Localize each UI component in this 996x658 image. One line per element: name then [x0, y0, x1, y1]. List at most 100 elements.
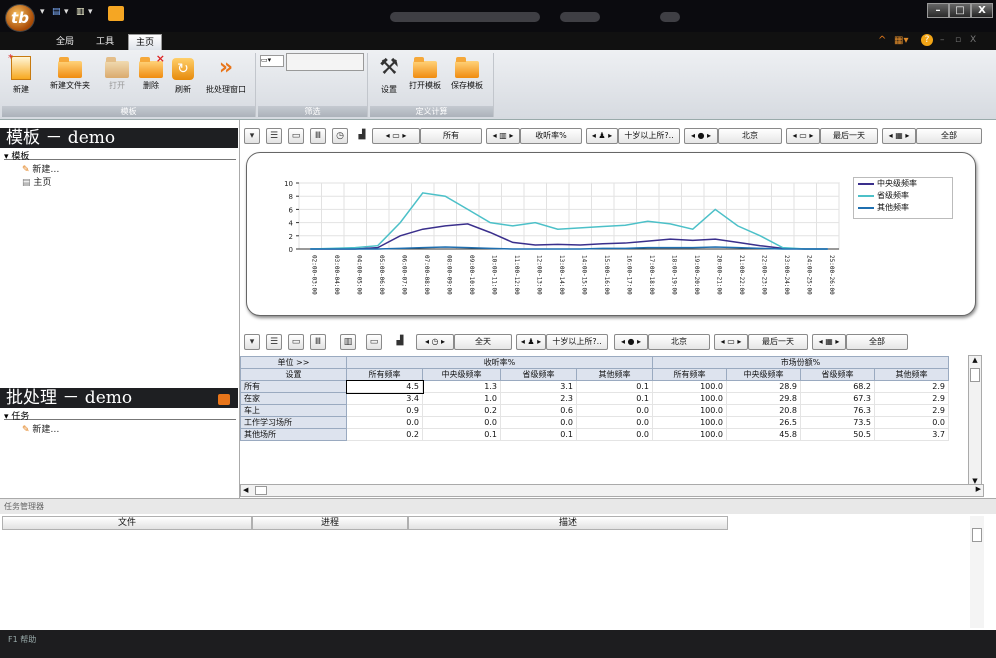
- task-col-description[interactable]: 描述: [408, 516, 728, 530]
- filter-channel[interactable]: 所有: [420, 128, 482, 144]
- filter-audience[interactable]: 十岁以上所?..: [546, 334, 608, 350]
- table-cell[interactable]: 0.2: [346, 428, 423, 441]
- help-icon[interactable]: ?: [921, 34, 933, 46]
- table-cell[interactable]: 0.0: [576, 428, 653, 441]
- task-col-file[interactable]: 文件: [2, 516, 252, 530]
- filter-days-nav[interactable]: ◂ ▦ ▸: [882, 128, 916, 144]
- unit-header[interactable]: 单位 >>: [240, 356, 347, 369]
- table-cell[interactable]: 0.0: [500, 416, 577, 429]
- mdi-min-icon[interactable]: –: [940, 35, 945, 45]
- table-cell[interactable]: 100.0: [652, 416, 727, 429]
- filter-date-nav[interactable]: ◂ ▭ ▸: [714, 334, 748, 350]
- row-header[interactable]: 其他场所: [240, 428, 347, 441]
- table-cell[interactable]: 0.1: [422, 428, 501, 441]
- panel-view-icon[interactable]: ▥: [340, 334, 356, 350]
- table-cell[interactable]: 2.3: [500, 392, 577, 405]
- table-cell[interactable]: 0.0: [576, 404, 653, 417]
- filter-audience-nav[interactable]: ◂ ♟ ▸: [516, 334, 546, 350]
- table-cell[interactable]: 73.5: [800, 416, 875, 429]
- filter-region-nav[interactable]: ◂ ● ▸: [614, 334, 648, 350]
- row-header[interactable]: 工作学习场所: [240, 416, 347, 429]
- filter-days[interactable]: 全部: [916, 128, 982, 144]
- filter-date-nav[interactable]: ◂ ▭ ▸: [786, 128, 820, 144]
- table-cell[interactable]: 3.4: [346, 392, 423, 405]
- open-template-button[interactable]: 打开模板: [408, 56, 442, 91]
- quick-access-print-icon[interactable]: ▥: [76, 7, 85, 21]
- clock-icon[interactable]: ◷: [332, 128, 348, 144]
- save-template-button[interactable]: 保存模板: [450, 56, 484, 91]
- filter-audience[interactable]: 十岁以上所?..: [618, 128, 680, 144]
- row-header[interactable]: 在家: [240, 392, 347, 405]
- list-view-icon[interactable]: ☰: [266, 334, 282, 350]
- task-item-new[interactable]: ✎ 新建…: [22, 422, 59, 435]
- table-cell[interactable]: 0.0: [346, 416, 423, 429]
- tree-item-home[interactable]: ▤ 主页: [22, 175, 51, 188]
- quick-access-arrow[interactable]: ▾: [88, 7, 93, 21]
- filter-region[interactable]: 北京: [648, 334, 710, 350]
- task-scrollbar[interactable]: [970, 516, 984, 628]
- table-cell[interactable]: 45.8: [726, 428, 801, 441]
- mdi-close-icon[interactable]: X: [970, 35, 976, 45]
- filter-days-nav[interactable]: ◂ ▦ ▸: [812, 334, 846, 350]
- quick-access-arrow[interactable]: ▾: [40, 7, 45, 21]
- table-cell[interactable]: 100.0: [652, 380, 727, 393]
- table-cell[interactable]: 100.0: [652, 392, 727, 405]
- filter-channel-nav[interactable]: ◂ ▭ ▸: [372, 128, 420, 144]
- table-cell[interactable]: 2.9: [874, 392, 949, 405]
- filter-audience-nav[interactable]: ◂ ♟ ▸: [586, 128, 618, 144]
- table-cell[interactable]: 0.1: [500, 428, 577, 441]
- table-cell[interactable]: 68.2: [800, 380, 875, 393]
- table-cell[interactable]: 3.7: [874, 428, 949, 441]
- settings-button[interactable]: ⚒ 设置: [372, 56, 406, 95]
- open-button[interactable]: 打开: [100, 56, 134, 91]
- window-view-icon[interactable]: ▭: [288, 334, 304, 350]
- table-cell[interactable]: 100.0: [652, 404, 727, 417]
- columns-view-icon[interactable]: Ⅲ: [310, 128, 326, 144]
- vertical-scrollbar[interactable]: ▲ ▼: [968, 355, 982, 486]
- filter-days[interactable]: 全部: [846, 334, 908, 350]
- filter-region[interactable]: 北京: [718, 128, 782, 144]
- bar-chart-icon[interactable]: ▟: [392, 334, 408, 350]
- filter-date[interactable]: 最后一天: [748, 334, 808, 350]
- scroll-thumb[interactable]: [970, 368, 980, 382]
- filter-date[interactable]: 最后一天: [820, 128, 878, 144]
- table-cell[interactable]: 0.0: [422, 416, 501, 429]
- mdi-restore-icon[interactable]: ▫: [955, 35, 961, 45]
- template-section-header[interactable]: ▾ 模板: [4, 149, 236, 162]
- filter-time[interactable]: 全天: [454, 334, 512, 350]
- table-cell[interactable]: 2.9: [874, 380, 949, 393]
- quick-access-save-icon[interactable]: ▤: [52, 7, 61, 21]
- filter-metric[interactable]: 收听率%: [520, 128, 582, 144]
- horizontal-scrollbar[interactable]: ◀ ▶: [240, 484, 984, 497]
- close-button[interactable]: X: [971, 3, 993, 18]
- table-cell[interactable]: 0.9: [346, 404, 423, 417]
- refresh-button[interactable]: ↻ 刷新: [166, 56, 200, 95]
- dropdown-toggle-icon[interactable]: ▾: [244, 334, 260, 350]
- filter-region-nav[interactable]: ◂ ● ▸: [684, 128, 718, 144]
- new-folder-button[interactable]: 新建文件夹: [44, 56, 96, 91]
- maximize-button[interactable]: □: [949, 3, 971, 18]
- settings-header[interactable]: 设置: [240, 368, 347, 381]
- filter-metric-nav[interactable]: ◂ ▥ ▸: [486, 128, 520, 144]
- delete-button[interactable]: × 删除: [134, 52, 168, 91]
- scroll-thumb[interactable]: [972, 528, 982, 542]
- scroll-left-icon[interactable]: ◀: [241, 486, 248, 494]
- app-menu-button[interactable]: tb: [5, 4, 35, 32]
- batch-run-icon[interactable]: [218, 394, 230, 405]
- tab-tools[interactable]: 工具: [88, 34, 122, 50]
- batch-window-button[interactable]: » 批处理窗口: [198, 56, 254, 95]
- row-header[interactable]: 车上: [240, 404, 347, 417]
- table-cell[interactable]: 0.1: [576, 380, 653, 393]
- table-cell[interactable]: 0.0: [874, 416, 949, 429]
- columns-view-icon[interactable]: Ⅲ: [310, 334, 326, 350]
- layout-icon[interactable]: ▦▾: [894, 35, 908, 46]
- filter-time-nav[interactable]: ◂ ◷ ▸: [416, 334, 454, 350]
- filter-dropdown[interactable]: ▭▾: [260, 55, 284, 67]
- row-header[interactable]: 所有: [240, 380, 347, 393]
- scroll-thumb[interactable]: [255, 486, 267, 495]
- tab-home[interactable]: 主页: [128, 34, 162, 50]
- monitor-icon[interactable]: ▭: [366, 334, 382, 350]
- table-cell[interactable]: 20.8: [726, 404, 801, 417]
- table-cell[interactable]: 100.0: [652, 428, 727, 441]
- table-cell[interactable]: 0.0: [576, 416, 653, 429]
